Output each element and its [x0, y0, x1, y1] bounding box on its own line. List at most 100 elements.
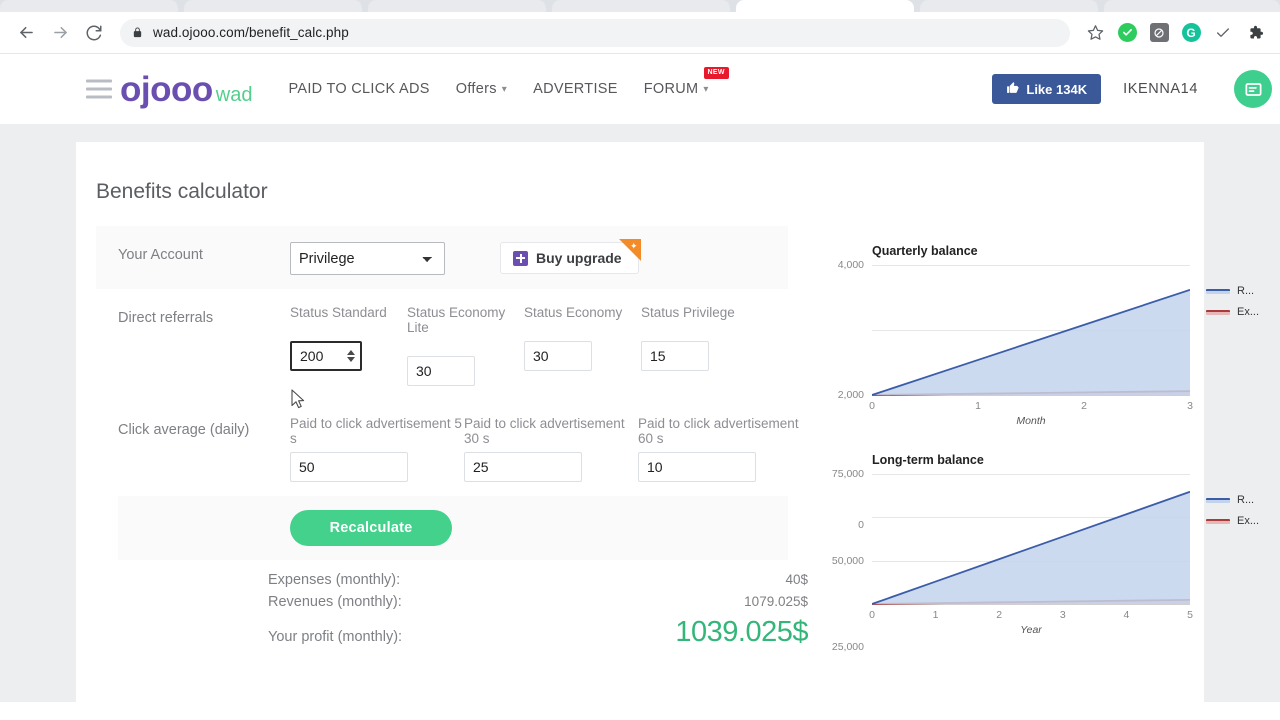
legend-swatch	[1206, 288, 1230, 294]
account-select[interactable]: Privilege	[290, 242, 445, 275]
field-ptc-60s: Paid to click advertisement 60 s	[638, 404, 812, 482]
browser-tab[interactable]	[552, 0, 730, 12]
ptc-30s-input[interactable]	[464, 452, 582, 482]
nav-item-forum[interactable]: FORUM ▾ NEW	[643, 67, 729, 97]
nav-item-advertise[interactable]: ADVERTISE	[533, 81, 618, 97]
chart-series-svg	[872, 288, 1190, 396]
logo-main-text: ojooo	[120, 69, 213, 109]
field-label: Status Privilege	[641, 305, 735, 320]
site-logo[interactable]: ojooo wad	[120, 72, 252, 107]
facebook-like-button[interactable]: Like 134K	[992, 74, 1102, 104]
browser-tab[interactable]	[1104, 0, 1280, 12]
chart-area: 0 2,000 4,000 0 1 2 3 Month R... Ex...	[816, 259, 1259, 531]
status-economy-input[interactable]	[524, 341, 592, 371]
x-axis-tick-label: 3	[1059, 609, 1066, 621]
x-axis-tick-label: 3	[1187, 400, 1193, 412]
ptc-5s-input[interactable]	[290, 452, 408, 482]
browser-tab[interactable]	[920, 0, 1098, 12]
site-header: ojooo wad PAID TO CLICK ADS Offers ▾ ADV…	[0, 54, 1280, 124]
toolbar-actions: G	[1080, 18, 1270, 48]
buy-upgrade-button[interactable]: Buy upgrade ✦	[500, 239, 641, 274]
chart-long-term-balance: Long-term balance 025,00050,00075,000012…	[816, 453, 1259, 653]
result-label: Revenues (monthly):	[268, 594, 402, 610]
puzzle-piece-icon[interactable]	[1240, 18, 1270, 48]
x-axis-tick-label: 0	[869, 609, 875, 621]
content-card: Benefits calculator Your Account Privile…	[76, 142, 1259, 720]
click-average-fields: Paid to click advertisement 5 s Paid to …	[290, 404, 812, 482]
y-axis-tick-label: 25,000	[831, 641, 864, 654]
nav-item-paid-to-click-ads[interactable]: PAID TO CLICK ADS	[288, 81, 429, 97]
field-ptc-30s: Paid to click advertisement 30 s	[464, 404, 638, 482]
chevron-down-icon: ▾	[501, 83, 508, 95]
legend-item[interactable]: R...	[1206, 285, 1259, 297]
chevron-down-icon: ▾	[703, 83, 709, 95]
logo-sub-text: wad	[215, 83, 253, 106]
shield-check-icon[interactable]	[1112, 18, 1142, 48]
browser-chrome: wad.ojooo.com/benefit_calc.php G	[0, 0, 1280, 54]
legend-label: Ex...	[1237, 306, 1260, 318]
recalculate-button[interactable]: Recalculate	[290, 510, 452, 546]
legend-item[interactable]: R...	[1206, 494, 1259, 506]
status-economy-lite-input[interactable]	[407, 356, 475, 386]
legend-label: R...	[1237, 494, 1255, 506]
chart-title: Quarterly balance	[872, 244, 978, 258]
lock-icon	[132, 26, 143, 39]
avatar-icon[interactable]	[1234, 70, 1272, 108]
status-standard-stepper[interactable]	[290, 341, 362, 371]
browser-tab-active[interactable]	[736, 0, 914, 12]
chart-area: 025,00050,00075,000012345Year R...Ex...	[816, 468, 1259, 653]
legend-item[interactable]: Ex...	[1206, 515, 1259, 527]
adblock-icon[interactable]	[1144, 18, 1174, 48]
legend-swatch	[1206, 518, 1230, 524]
star-icon[interactable]	[1080, 18, 1110, 48]
browser-toolbar: wad.ojooo.com/benefit_calc.php G	[0, 12, 1280, 54]
page-title: Benefits calculator	[96, 180, 268, 203]
field-status-privilege: Status Privilege	[641, 305, 758, 386]
click-average-label: Click average (daily)	[118, 422, 250, 438]
plus-square-icon	[513, 250, 528, 266]
spinner-arrows-icon[interactable]	[347, 350, 355, 362]
chart-plot: 0 2,000 4,000 0 1 2 3 Month	[838, 259, 1193, 531]
reload-icon[interactable]	[78, 17, 110, 49]
browser-tab[interactable]	[0, 0, 178, 12]
result-expenses: Expenses (monthly): 40$	[118, 572, 808, 588]
legend-item[interactable]: Ex...	[1206, 306, 1259, 318]
nav-label: PAID TO CLICK ADS	[288, 81, 430, 97]
click-average-row: Click average (daily) Paid to click adve…	[96, 400, 799, 496]
direct-referrals-label: Direct referrals	[118, 310, 214, 326]
nav-label: Offers	[455, 81, 497, 97]
chart-legend: R... Ex...	[1206, 494, 1259, 527]
username-label[interactable]: IKENNA14	[1123, 81, 1198, 97]
main-navigation: PAID TO CLICK ADS Offers ▾ ADVERTISE FOR…	[288, 67, 729, 97]
back-arrow-icon[interactable]	[10, 17, 42, 49]
results-panel: Expenses (monthly): 40$ Revenues (monthl…	[118, 560, 808, 649]
nav-item-offers[interactable]: Offers ▾	[456, 81, 507, 97]
chart-quarterly-balance: Quarterly balance 0 2,000 4,000 0 1 2 3 Month R…	[816, 244, 1259, 531]
tab-strip[interactable]	[0, 0, 1280, 12]
forward-arrow-icon[interactable]	[44, 17, 76, 49]
status-privilege-input[interactable]	[641, 341, 709, 371]
spinner-up-arrow[interactable]	[347, 350, 355, 355]
y-axis-tick-label: 75,000	[831, 468, 864, 480]
x-axis-tick-label: 4	[1123, 609, 1130, 621]
x-axis-tick-label: 2	[1081, 400, 1087, 412]
nav-label: FORUM	[643, 81, 699, 97]
chart-plot: 025,00050,00075,000012345Year	[832, 468, 1193, 653]
browser-tab[interactable]	[368, 0, 546, 12]
x-axis-label: Year	[1020, 624, 1042, 636]
address-bar[interactable]: wad.ojooo.com/benefit_calc.php	[120, 18, 1070, 47]
ptc-60s-input[interactable]	[638, 452, 756, 482]
browser-tab[interactable]	[184, 0, 362, 12]
hamburger-menu-icon[interactable]	[86, 75, 112, 104]
checkmark-icon[interactable]	[1208, 18, 1238, 48]
charts-column: Quarterly balance 0 2,000 4,000 0 1 2 3 Month R…	[788, 226, 1259, 655]
field-ptc-5s: Paid to click advertisement 5 s	[290, 404, 464, 482]
nav-label: ADVERTISE	[533, 81, 618, 97]
y-axis-tick-label: 2,000	[837, 389, 864, 401]
x-axis-label: Month	[1016, 415, 1046, 427]
spinner-down-arrow[interactable]	[347, 357, 355, 362]
chart-legend: R... Ex...	[1206, 285, 1259, 318]
field-label: Paid to click advertisement 5 s	[290, 416, 462, 446]
legend-swatch	[1206, 497, 1230, 503]
grammarly-icon[interactable]: G	[1176, 18, 1206, 48]
